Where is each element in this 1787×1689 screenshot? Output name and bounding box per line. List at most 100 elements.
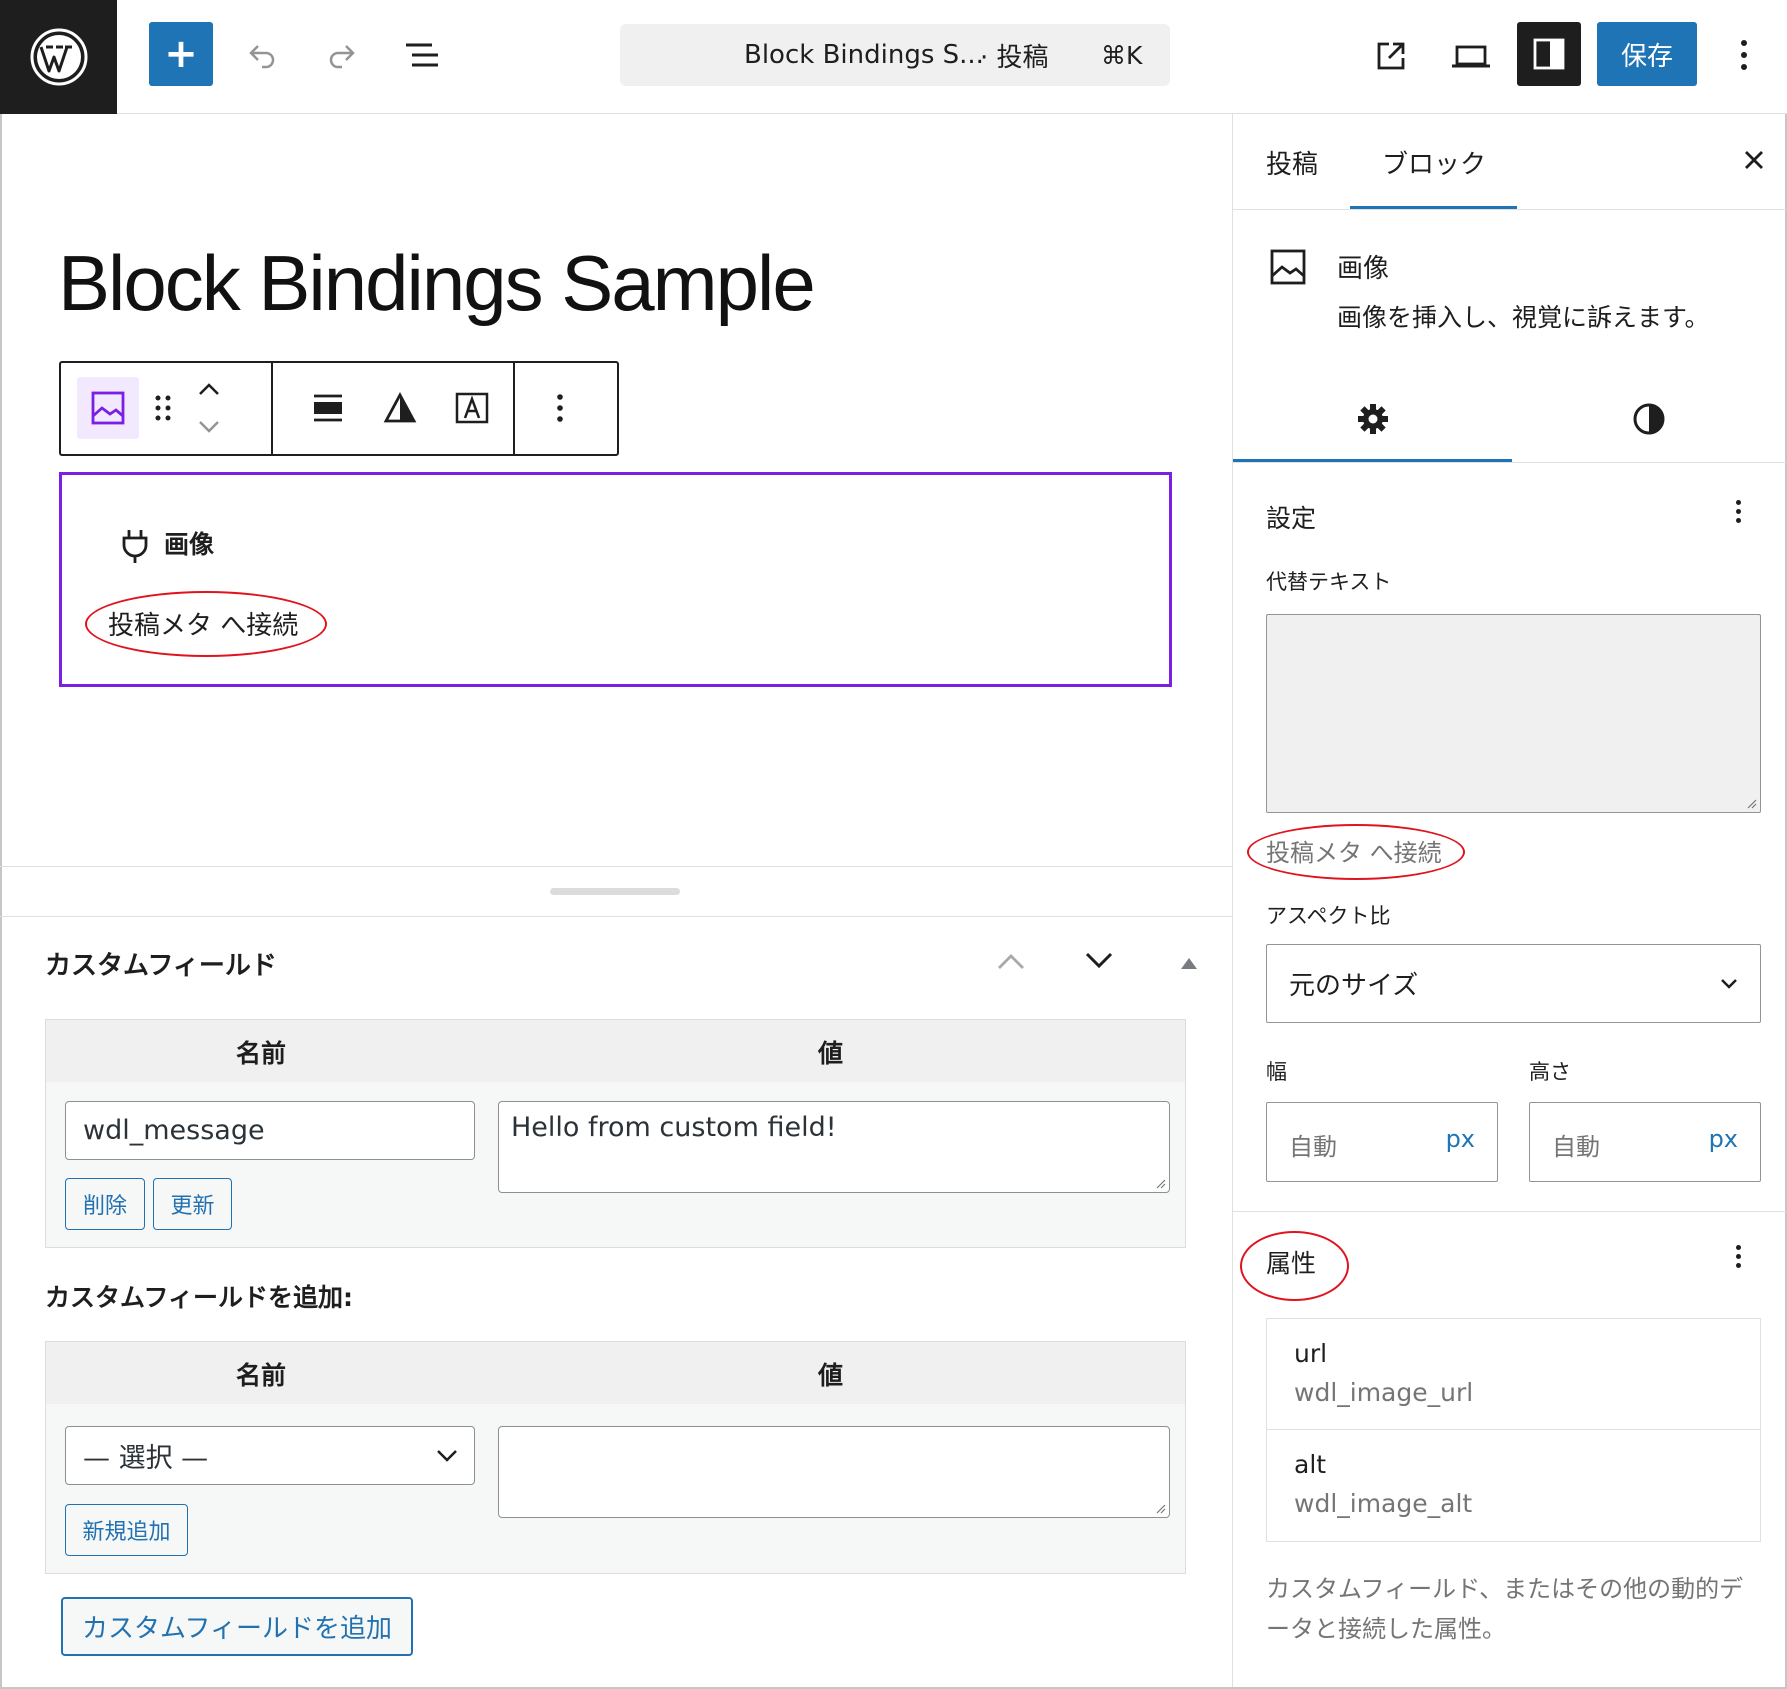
command-palette-bar[interactable]: Block Bindings S... · 投稿 ⌘K: [620, 24, 1170, 86]
redo-icon: [329, 45, 355, 69]
plus-icon: +: [164, 31, 198, 77]
settings-sidebar-toggle[interactable]: [1517, 22, 1581, 86]
custom-field-name-value: wdl_message: [83, 1115, 265, 1146]
move-metabox-down-button[interactable]: [1083, 950, 1119, 980]
settings-subtab[interactable]: [1233, 379, 1512, 459]
block-type-switcher[interactable]: [77, 377, 139, 439]
text-overlay-button[interactable]: [441, 377, 503, 439]
toolbar-divider: [271, 363, 273, 454]
close-sidebar-button[interactable]: [1741, 147, 1767, 177]
aspect-ratio-label: アスペクト比: [1266, 904, 1391, 928]
alt-text-textarea[interactable]: [1266, 614, 1761, 813]
meta-box-resize-handle[interactable]: [550, 888, 680, 895]
undo-button[interactable]: [237, 30, 287, 80]
attributes-help-text: カスタムフィールド、またはその他の動的データと接続した属性。: [1266, 1575, 1744, 1643]
move-up-button[interactable]: [189, 371, 229, 407]
save-button[interactable]: 保存: [1597, 22, 1697, 86]
preview-device-button[interactable]: [1443, 28, 1499, 84]
add-custom-field-button[interactable]: カスタムフィールドを追加: [61, 1597, 413, 1656]
close-icon: [1745, 151, 1763, 169]
attribute-name: url: [1294, 1339, 1328, 1368]
attributes-panel-options-button[interactable]: [1736, 1241, 1742, 1272]
tab-post[interactable]: 投稿: [1266, 144, 1318, 181]
add-block-button[interactable]: +: [149, 22, 213, 86]
divider: [0, 866, 1232, 867]
block-toolbar: [59, 361, 619, 456]
alt-connect-post-meta-text: 投稿メタ へ接続: [1266, 839, 1442, 867]
text-overlay-icon: [455, 392, 489, 424]
chevron-down-icon: [1721, 979, 1737, 989]
block-card-description: 画像を挿入し、視覚に訴えます。: [1337, 303, 1710, 332]
attribute-name: alt: [1294, 1450, 1327, 1479]
custom-field-value-text: Hello from custom field!: [511, 1112, 837, 1143]
height-label: 高さ: [1529, 1060, 1571, 1084]
select-value: — 選択 —: [83, 1443, 209, 1474]
aspect-ratio-select[interactable]: 元のサイズ: [1266, 944, 1761, 1023]
more-vertical-icon: [1741, 40, 1747, 70]
update-field-button[interactable]: 更新: [153, 1178, 232, 1230]
new-field-value-textarea[interactable]: [498, 1426, 1170, 1518]
document-overview-button[interactable]: [397, 30, 447, 80]
align-button[interactable]: [297, 377, 359, 439]
tab-block[interactable]: ブロック: [1382, 144, 1486, 181]
duotone-button[interactable]: [369, 377, 431, 439]
toggle-panel-button[interactable]: [1180, 955, 1204, 975]
resize-grip-icon: [1156, 1504, 1166, 1514]
contrast-icon: [1633, 403, 1665, 435]
settings-panel-options-button[interactable]: [1736, 496, 1742, 527]
wordpress-logo-icon[interactable]: [0, 0, 117, 114]
chevron-down-icon: [437, 1450, 457, 1462]
placeholder-label: 画像: [164, 530, 215, 559]
height-input[interactable]: 自動 px: [1529, 1102, 1761, 1182]
attribute-source: wdl_image_alt: [1294, 1489, 1473, 1518]
post-type-label: · 投稿: [980, 42, 1049, 73]
triangle-up-icon: [1181, 958, 1197, 969]
custom-field-name-input[interactable]: wdl_message: [65, 1101, 475, 1160]
divider: [1233, 1211, 1786, 1212]
height-unit-select[interactable]: px: [1709, 1125, 1738, 1153]
column-header-name: 名前: [236, 1361, 287, 1390]
connect-post-meta-text: 投稿メタ へ接続: [108, 611, 299, 641]
move-metabox-up-button[interactable]: [995, 950, 1031, 980]
more-vertical-icon: [557, 394, 563, 422]
delete-field-button[interactable]: 削除: [65, 1178, 145, 1230]
attributes-panel-title: 属性: [1266, 1249, 1317, 1278]
resize-grip-icon: [1156, 1179, 1166, 1189]
list-item[interactable]: url wdl_image_url: [1267, 1319, 1760, 1430]
add-new-field-button[interactable]: 新規追加: [65, 1504, 188, 1556]
desktop-preview-icon: [1452, 45, 1490, 68]
table-header: 名前 値: [46, 1342, 1185, 1404]
custom-fields-table: 名前 値 wdl_message Hello from custom field…: [45, 1019, 1186, 1248]
custom-fields-title: カスタムフィールド: [45, 951, 277, 981]
image-block-icon: [91, 391, 125, 425]
document-title: Block Bindings S...: [744, 40, 984, 70]
undo-icon: [249, 45, 275, 69]
custom-field-value-textarea[interactable]: Hello from custom field!: [498, 1101, 1170, 1193]
image-block-placeholder[interactable]: 画像 投稿メタ へ接続: [59, 472, 1172, 687]
drag-handle[interactable]: [141, 377, 185, 439]
move-down-button[interactable]: [189, 409, 229, 445]
settings-sidebar: 投稿 ブロック 画像 画像を挿入し、視覚に訴えます。 設定 代替テキスト 投稿メ…: [1232, 114, 1786, 1687]
chevron-up-icon: [199, 383, 219, 395]
divider: [0, 916, 1232, 917]
width-input[interactable]: 自動 px: [1266, 1102, 1498, 1182]
view-post-button[interactable]: [1363, 28, 1419, 84]
column-header-value: 値: [818, 1039, 844, 1068]
drag-handle-icon: [155, 395, 171, 421]
styles-subtab[interactable]: [1512, 379, 1786, 459]
sidebar-icon: [1533, 38, 1565, 70]
editor-header: + Block Bindings S... · 投稿 ⌘K 保存: [0, 0, 1787, 114]
block-card-title: 画像: [1337, 254, 1390, 284]
post-title[interactable]: Block Bindings Sample: [58, 238, 816, 329]
meta-key-select[interactable]: — 選択 —: [65, 1426, 475, 1485]
list-item[interactable]: alt wdl_image_alt: [1267, 1430, 1760, 1541]
divider: [1233, 209, 1786, 210]
chevron-down-icon: [199, 421, 219, 433]
block-options-button[interactable]: [529, 377, 591, 439]
width-unit-select[interactable]: px: [1446, 1125, 1475, 1153]
width-label: 幅: [1266, 1060, 1287, 1084]
options-menu-button[interactable]: [1724, 30, 1764, 80]
width-placeholder: 自動: [1289, 1133, 1337, 1161]
redo-button[interactable]: [317, 30, 367, 80]
list-view-icon: [406, 43, 438, 67]
